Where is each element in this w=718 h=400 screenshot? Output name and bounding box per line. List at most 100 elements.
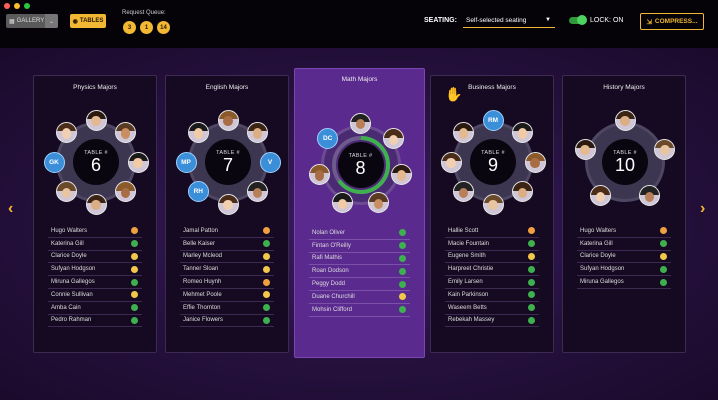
table-card[interactable]: History Majors TABLE #10 Hugo Walters Kater… [562,75,686,353]
student-row[interactable]: Connie Sullivan [48,289,142,302]
student-row[interactable]: Jamal Patton [180,225,274,238]
seat-avatar[interactable] [382,128,404,150]
student-row[interactable]: Hugo Walters [48,225,142,238]
lock-toggle[interactable] [569,15,587,25]
seat-avatar[interactable] [309,163,331,185]
seat-initials[interactable]: V [259,151,281,173]
student-name: Mohsin Clifford [312,306,352,313]
seat-avatar[interactable] [350,112,371,134]
table-card[interactable]: Math Majors TABLE #8 DC Nolan Oliver Fintan … [294,68,425,358]
seat-avatar[interactable] [574,138,596,160]
student-row[interactable]: Hugo Walters [577,225,671,238]
student-row[interactable]: Eugene Smith [445,251,539,264]
seating-select[interactable]: Self-selected seating ▼ [463,14,555,28]
student-row[interactable]: Clarice Doyle [577,251,671,264]
seat-avatar[interactable] [440,151,462,173]
seat-avatar[interactable] [247,181,269,203]
student-row[interactable]: Tanner Sloan [180,263,274,277]
student-name: Harpreet Christie [448,266,494,273]
tables-button[interactable]: ◉ TABLES [70,14,106,28]
table-number: 7 [222,155,233,175]
chevron-right-icon[interactable]: › [700,200,705,218]
seat-avatar[interactable] [524,151,546,173]
student-row[interactable]: Katerina Gill [577,238,671,251]
table-card[interactable]: Physics Majors TABLE #6 GK Hugo Walters Kate… [33,75,157,353]
student-row[interactable]: Mehmet Poole [180,289,274,302]
student-row[interactable]: Rebekah Massey [445,315,539,328]
student-row[interactable]: Duane Churchill [309,291,410,304]
seat-avatar[interactable] [115,181,137,203]
student-name: Belle Kaiser [183,240,216,247]
seat-initials[interactable]: RM [482,109,504,131]
raised-hand-icon[interactable]: ✋ [445,86,462,103]
seat-initials[interactable]: MP [175,151,197,173]
student-row[interactable]: Roan Dodson [309,265,410,279]
student-name: Eugene Smith [448,253,486,260]
close-window-button[interactable] [4,3,10,9]
seat-avatar[interactable] [127,151,149,173]
seat-avatar[interactable] [85,193,107,215]
seat-avatar[interactable] [217,109,239,131]
student-row[interactable]: Katerina Gill [48,238,142,251]
maximize-window-button[interactable] [24,3,30,9]
chevron-left-icon[interactable]: ‹ [8,200,13,218]
minimize-window-button[interactable] [14,3,20,9]
student-row[interactable]: Marley Mcleod [180,251,274,264]
seat-avatar[interactable] [654,138,676,160]
seat-avatar[interactable] [639,185,661,207]
seat-avatar[interactable] [247,121,269,143]
student-row[interactable]: Mohsin Clifford [309,304,410,317]
table-title: Physics Majors [73,84,117,91]
student-row[interactable]: Janice Flowers [180,315,274,328]
seat-avatar[interactable] [85,109,107,131]
student-row[interactable]: Macie Fountain [445,238,539,251]
seat-avatar[interactable] [512,121,534,143]
student-row[interactable]: Clarice Doyle [48,251,142,264]
compress-button[interactable]: ⇲ COMPRESS... [640,13,704,30]
status-dot [131,252,138,260]
seat-avatar[interactable] [390,163,412,185]
seat-avatar[interactable] [55,121,77,143]
table-card[interactable]: Business Majors ✋ TABLE #9 RM Hallie Scott Ma… [430,75,554,353]
student-row[interactable]: Peggy Dodd [309,278,410,291]
seat-avatar[interactable] [368,192,390,214]
student-row[interactable]: Hallie Scott [445,225,539,238]
student-row[interactable]: Belle Kaiser [180,238,274,251]
gallery-button[interactable]: ▦ GALLERY ⌄ [6,14,58,28]
student-row[interactable]: Emily Larsen [445,276,539,289]
seat-avatar[interactable] [589,185,611,207]
queue-badge[interactable]: 1 [140,21,153,34]
seat-avatar[interactable] [331,192,353,214]
chevron-down-icon[interactable]: ⌄ [45,14,58,28]
student-row[interactable]: Harpreet Christie [445,263,539,277]
seat-avatar[interactable] [55,181,77,203]
student-row[interactable]: Sufyan Hodgson [48,263,142,277]
student-row[interactable]: Miruna Gallegos [577,276,671,289]
seat-avatar[interactable] [217,193,239,215]
seat-avatar[interactable] [115,121,137,143]
student-row[interactable]: Pedro Rahman [48,315,142,328]
student-name: Fintan O'Reilly [312,242,351,249]
seat-initials[interactable]: GK [43,151,65,173]
seat-initials[interactable]: RH [187,181,209,203]
student-row[interactable]: Amba Cain [48,302,142,315]
student-row[interactable]: Romeo Huynh [180,276,274,289]
student-row[interactable]: Sufyan Hodgson [577,263,671,277]
avatar-face [595,191,606,203]
student-row[interactable]: Kain Parkinson [445,289,539,302]
student-row[interactable]: Nolan Oliver [309,227,410,240]
student-row[interactable]: Rafi Mathis [309,253,410,266]
student-row[interactable]: Waseem Betts [445,302,539,315]
student-row[interactable]: Effie Thornton [180,302,274,315]
seat-avatar[interactable] [614,109,636,131]
seat-avatar[interactable] [452,121,474,143]
table-card[interactable]: English Majors TABLE #7 V RH MP Jamal Patton B… [165,75,289,353]
seat-avatar[interactable] [187,121,209,143]
student-row[interactable]: Miruna Gallegos [48,276,142,289]
seat-avatar[interactable] [482,193,504,215]
queue-badge[interactable]: 14 [157,21,170,34]
seat-avatar[interactable] [512,181,534,203]
seat-avatar[interactable] [452,181,474,203]
queue-badge[interactable]: 3 [123,21,136,34]
student-row[interactable]: Fintan O'Reilly [309,240,410,253]
